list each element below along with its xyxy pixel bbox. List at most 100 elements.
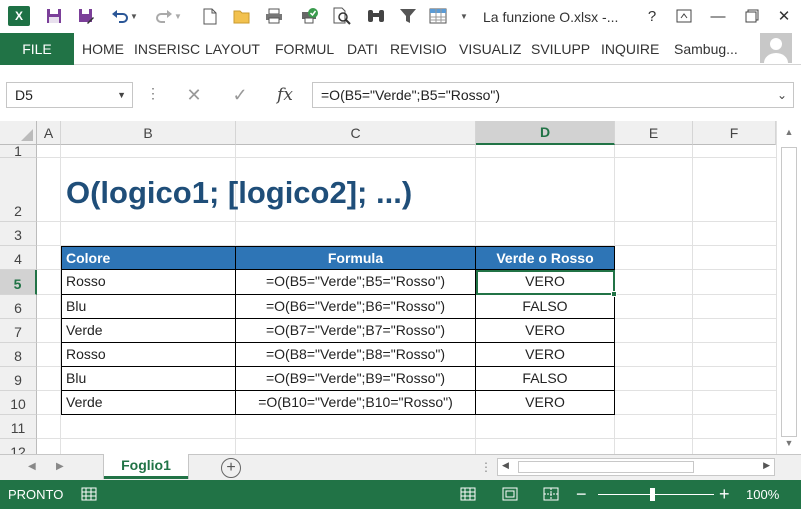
tab-split-handle[interactable]: ⋮ [480,460,492,474]
name-box-dropdown-icon[interactable]: ▼ [117,83,126,107]
table-cell-d8[interactable]: VERO [476,343,615,367]
table-cell-c7[interactable]: =O(B7="Verde";B7="Rosso") [236,319,476,343]
tab-home[interactable]: HOME [82,41,124,57]
macro-record-icon[interactable] [80,486,98,502]
undo-dropdown-icon[interactable]: ▼ [128,6,140,26]
open-folder-icon[interactable] [232,6,252,26]
scroll-left-icon[interactable]: ◀ [502,460,509,471]
zoom-in-button[interactable]: + [719,484,730,505]
column-header-f[interactable]: F [693,121,776,145]
column-header-d[interactable]: D [476,121,615,145]
tab-developer[interactable]: SVILUPP [531,41,590,57]
table-cell-c10[interactable]: =O(B10="Verde";B10="Rosso") [236,391,476,415]
table-cell-b10[interactable]: Verde [61,391,236,415]
print-icon[interactable] [264,6,284,26]
tab-inquire[interactable]: INQUIRE [601,41,659,57]
expand-formula-bar-icon[interactable]: ⌄ [777,83,787,107]
horizontal-scrollbar[interactable]: ◀ ▶ [497,458,775,476]
row-header-7[interactable]: 7 [0,319,37,343]
scroll-up-icon[interactable]: ▲ [777,121,801,143]
save-icon[interactable] [44,6,64,26]
print-preview-icon[interactable] [332,6,352,26]
prev-sheet-icon[interactable]: ◀ [28,461,36,472]
row-header-5[interactable]: 5 [0,270,37,295]
close-button[interactable]: ✕ [772,5,796,27]
tab-data[interactable]: DATI [347,41,378,57]
next-sheet-icon[interactable]: ▶ [56,461,64,472]
redo-dropdown-icon[interactable]: ▼ [172,6,184,26]
column-header-c[interactable]: C [236,121,476,145]
cancel-entry-icon[interactable]: ✕ [180,82,208,108]
quick-print-icon[interactable] [300,6,320,26]
table-cell-d5[interactable]: VERO [476,270,615,295]
zoom-out-button[interactable]: − [576,484,587,505]
worksheet-grid[interactable]: A B C D E F 1 2 3 4 5 6 7 8 9 10 11 12 O… [0,121,801,454]
new-file-icon[interactable] [200,6,220,26]
sheet-tab-foglio1[interactable]: Foglio1 [104,454,188,479]
table-header-formula[interactable]: Formula [236,246,476,270]
undo-icon[interactable] [110,6,130,26]
row-header-4[interactable]: 4 [0,246,37,270]
formula-input[interactable]: =O(B5="Verde";B5="Rosso") ⌄ [312,82,794,108]
tab-review[interactable]: REVISIO [390,41,447,57]
sheet-heading[interactable]: O(logico1; [logico2]; ...) [66,175,412,211]
user-avatar-icon[interactable] [760,33,792,63]
table-cell-b9[interactable]: Blu [61,367,236,391]
save-as-icon[interactable] [76,6,96,26]
restore-button[interactable] [740,5,764,27]
column-header-e[interactable]: E [615,121,693,145]
minimize-button[interactable]: — [706,5,730,27]
tab-view[interactable]: VISUALIZ [459,41,521,57]
zoom-level[interactable]: 100% [746,487,779,502]
page-break-view-icon[interactable] [542,486,560,502]
tab-layout[interactable]: LAYOUT [205,41,260,57]
vertical-scroll-thumb[interactable] [781,147,797,437]
add-sheet-button[interactable]: + [221,458,241,478]
table-cell-b8[interactable]: Rosso [61,343,236,367]
scroll-down-icon[interactable]: ▼ [777,432,801,454]
help-button[interactable]: ? [640,5,664,27]
name-box[interactable]: D5 ▼ [6,82,133,108]
table-cell-c9[interactable]: =O(B9="Verde";B9="Rosso") [236,367,476,391]
normal-view-icon[interactable] [459,486,477,502]
row-header-6[interactable]: 6 [0,295,37,319]
table-cell-c6[interactable]: =O(B6="Verde";B6="Rosso") [236,295,476,319]
fill-handle[interactable] [611,291,617,297]
vertical-scrollbar[interactable]: ▲ ▼ [776,121,801,454]
row-header-2[interactable]: 2 [0,158,37,222]
table-header-result[interactable]: Verde o Rosso [476,246,615,270]
ribbon-display-options-icon[interactable] [672,5,696,27]
page-layout-view-icon[interactable] [501,486,519,502]
row-header-10[interactable]: 10 [0,391,37,415]
row-header-9[interactable]: 9 [0,367,37,391]
customize-toolbar-icon[interactable]: ▼ [458,6,470,26]
column-header-b[interactable]: B [61,121,236,145]
insert-function-icon[interactable]: fx [270,82,300,108]
table-format-icon[interactable] [428,6,448,26]
filter-icon[interactable] [398,6,418,26]
find-binoculars-icon[interactable] [366,6,386,26]
formula-bar-resize-handle[interactable]: ⋮ [146,85,160,102]
table-cell-b7[interactable]: Verde [61,319,236,343]
tab-formulas[interactable]: FORMUL [275,41,334,57]
table-header-colore[interactable]: Colore [61,246,236,270]
confirm-entry-icon[interactable]: ✓ [226,82,254,108]
user-name[interactable]: Sambug... [674,41,738,57]
row-header-12[interactable]: 12 [0,439,37,454]
scroll-right-icon[interactable]: ▶ [763,460,770,471]
table-cell-d6[interactable]: FALSO [476,295,615,319]
tab-insert[interactable]: INSERISC [134,41,200,57]
horizontal-scroll-thumb[interactable] [518,461,694,473]
table-cell-c5[interactable]: =O(B5="Verde";B5="Rosso") [236,270,476,295]
row-header-8[interactable]: 8 [0,343,37,367]
zoom-slider-thumb[interactable] [650,488,655,501]
row-header-3[interactable]: 3 [0,222,37,246]
table-cell-d9[interactable]: FALSO [476,367,615,391]
table-cell-d10[interactable]: VERO [476,391,615,415]
select-all-corner[interactable] [0,121,37,145]
table-cell-b6[interactable]: Blu [61,295,236,319]
row-header-11[interactable]: 11 [0,415,37,439]
column-header-a[interactable]: A [37,121,61,145]
redo-icon[interactable] [154,6,174,26]
zoom-slider[interactable] [598,494,714,495]
